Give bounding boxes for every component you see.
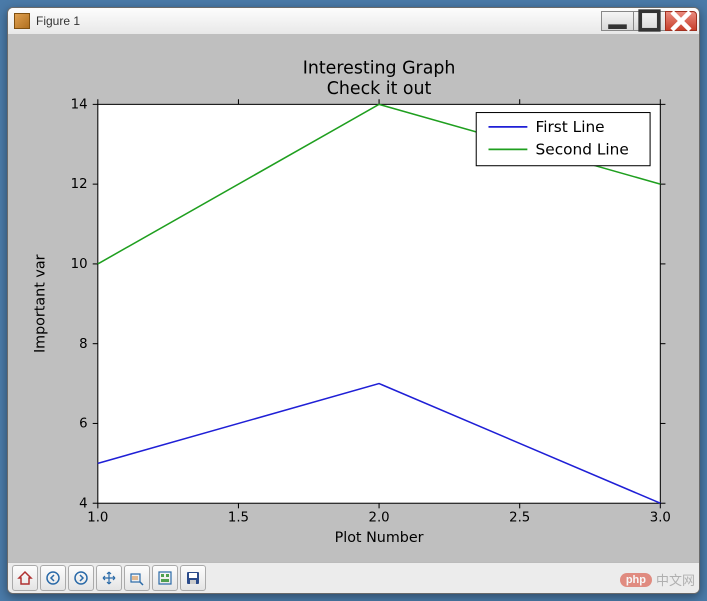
navigation-toolbar [8, 562, 699, 593]
chart-svg: 4 6 8 10 12 14 1.0 1.5 2.0 2.5 3.0 Interesting Grap… [16, 43, 691, 554]
window-title: Figure 1 [36, 14, 601, 28]
matplotlib-icon [14, 13, 30, 29]
svg-text:1.0: 1.0 [87, 510, 108, 525]
svg-text:Important var: Important var [33, 254, 49, 353]
svg-text:8: 8 [79, 336, 87, 351]
back-button[interactable] [40, 565, 66, 591]
figure-window: Figure 1 4 6 8 10 12 14 1.0 1.5 2.0 2.5 3.0 Interes… [7, 7, 700, 594]
svg-text:Second Line: Second Line [536, 140, 629, 158]
svg-text:14: 14 [71, 97, 88, 112]
forward-button[interactable] [68, 565, 94, 591]
watermark-text: 中文网 [656, 570, 695, 589]
window-controls [601, 11, 697, 31]
maximize-button[interactable] [633, 11, 665, 31]
zoom-button[interactable] [124, 565, 150, 591]
home-button[interactable] [12, 565, 38, 591]
svg-text:First Line: First Line [536, 118, 605, 136]
titlebar[interactable]: Figure 1 [8, 8, 699, 35]
svg-text:3.0: 3.0 [650, 510, 671, 525]
plot-area: 4 6 8 10 12 14 1.0 1.5 2.0 2.5 3.0 Interesting Grap… [16, 43, 691, 554]
svg-text:Interesting Graph: Interesting Graph [303, 58, 456, 78]
svg-text:4: 4 [79, 496, 87, 511]
figure-content: 4 6 8 10 12 14 1.0 1.5 2.0 2.5 3.0 Interesting Grap… [8, 35, 699, 562]
svg-text:2.5: 2.5 [509, 510, 530, 525]
svg-text:12: 12 [71, 177, 88, 192]
configure-subplots-button[interactable] [152, 565, 178, 591]
svg-text:2.0: 2.0 [369, 510, 390, 525]
svg-text:6: 6 [79, 416, 87, 431]
watermark-logo: php [620, 573, 652, 587]
save-button[interactable] [180, 565, 206, 591]
svg-text:10: 10 [71, 257, 88, 272]
svg-text:1.5: 1.5 [228, 510, 249, 525]
watermark: php 中文网 [620, 570, 695, 589]
close-button[interactable] [665, 11, 697, 31]
svg-text:Plot Number: Plot Number [335, 530, 424, 546]
svg-text:Check it out: Check it out [327, 79, 432, 99]
pan-button[interactable] [96, 565, 122, 591]
minimize-button[interactable] [601, 11, 633, 31]
